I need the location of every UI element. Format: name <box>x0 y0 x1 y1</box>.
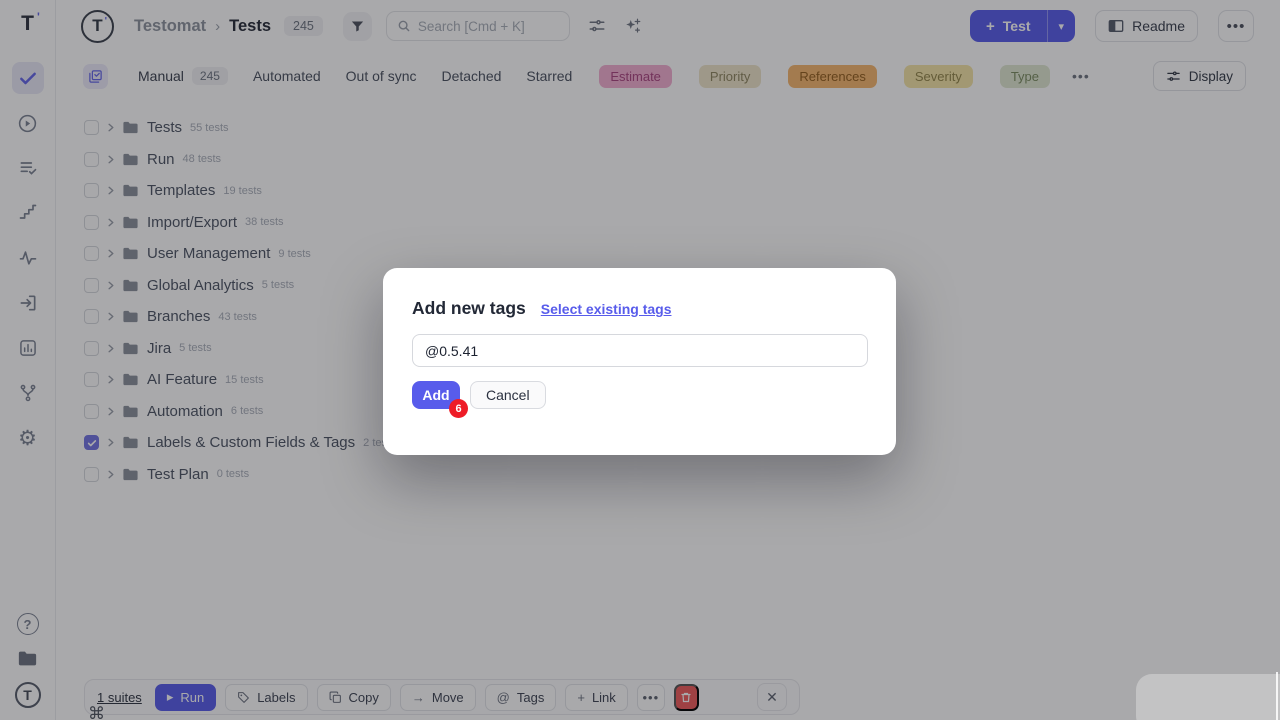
modal-title: Add new tags <box>412 298 526 319</box>
tag-input[interactable] <box>412 334 868 367</box>
cancel-button[interactable]: Cancel <box>470 381 546 409</box>
modal-header: Add new tags Select existing tags <box>412 298 867 319</box>
add-button[interactable]: Add 6 <box>412 381 460 409</box>
chat-widget[interactable] <box>1136 674 1280 720</box>
scrollbar-thumb[interactable] <box>1276 672 1278 720</box>
step-badge: 6 <box>449 399 468 418</box>
select-existing-tags-link[interactable]: Select existing tags <box>541 301 672 317</box>
modal-actions: Add 6 Cancel <box>412 381 867 409</box>
app-window: T' ⚙ <box>0 0 1280 720</box>
add-tags-modal: Add new tags Select existing tags Add 6 … <box>383 268 896 455</box>
